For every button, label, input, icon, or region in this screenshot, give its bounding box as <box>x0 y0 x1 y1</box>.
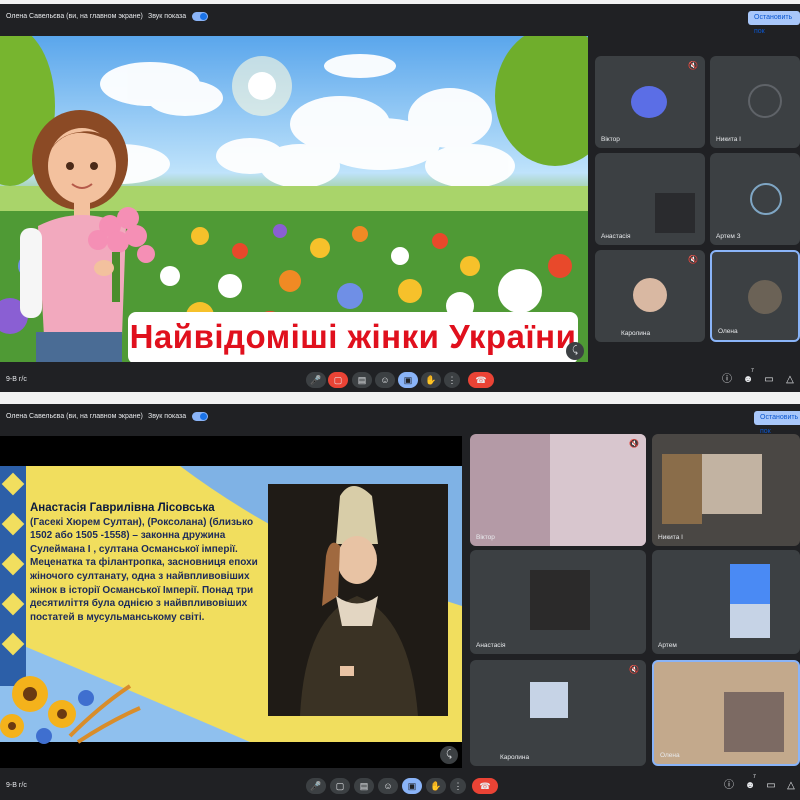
presentation-slide: Найвідоміші жінки України ⤹ <box>0 36 588 362</box>
mic-off-icon: 🔇 <box>688 61 698 70</box>
mic-off-icon: 🔇 <box>688 255 698 264</box>
presentation-slide: Анастасія Гаврилівна Лісовська (Гасекі Х… <box>0 436 462 768</box>
participant-name: Анастасія <box>476 642 506 649</box>
video-thumbnail <box>530 570 590 630</box>
share-icon[interactable]: ⤹ <box>440 746 458 764</box>
camera-icon[interactable]: ▢ <box>330 778 350 794</box>
microphone-icon[interactable]: 🎤 <box>306 372 326 388</box>
avatar <box>730 564 770 604</box>
mic-off-icon: 🔇 <box>629 665 639 674</box>
end-call-icon[interactable]: ☎ <box>468 372 494 388</box>
participant-tile-self[interactable]: Олена <box>710 250 800 342</box>
more-icon[interactable]: ⋮ <box>450 778 466 794</box>
info-icon[interactable]: ⓘ <box>720 372 734 388</box>
emoji-icon[interactable]: ☺ <box>375 372 395 388</box>
avatar <box>750 183 782 215</box>
info-icon[interactable]: ⓘ <box>722 778 736 794</box>
participant-tile[interactable]: Артем <box>652 550 800 654</box>
participant-name: Олена <box>718 328 738 335</box>
participant-name: Каролина <box>500 754 530 761</box>
activities-icon[interactable]: △ <box>783 372 797 388</box>
present-icon[interactable]: ▣ <box>398 372 418 388</box>
sound-toggle[interactable] <box>192 12 208 21</box>
participant-tile[interactable]: 🔇 Віктор <box>595 56 705 148</box>
participant-tile[interactable]: 🔇 Каролина <box>595 250 705 342</box>
emoji-icon[interactable]: ☺ <box>378 778 398 794</box>
participant-tile[interactable]: Артем З <box>710 153 800 245</box>
avatar <box>530 682 568 718</box>
more-icon[interactable]: ⋮ <box>444 372 460 388</box>
present-icon[interactable]: ▣ <box>402 778 422 794</box>
captions-icon[interactable]: ▤ <box>354 778 374 794</box>
control-bar: 9-В г/с 🎤 ▢ ▤ ☺ ▣ ✋ ⋮ ☎ ⓘ ☻ 7 ▭ △ <box>0 366 800 392</box>
sound-label: Звук показа <box>148 413 187 420</box>
sound-toggle[interactable] <box>192 412 208 421</box>
video-thumbnail <box>662 454 702 524</box>
people-count-badge: 7 <box>751 368 754 374</box>
avatar <box>748 280 782 314</box>
camera-off-icon[interactable]: ▢ <box>328 372 348 388</box>
participant-name: Артем З <box>716 233 741 240</box>
stop-presenting-button[interactable]: Остановить пок <box>754 411 800 435</box>
participant-tile[interactable]: 🔇 Каролина <box>470 660 646 766</box>
slide-title-banner: Найвідоміші жінки України <box>128 312 578 362</box>
control-bar: 9-В г/с 🎤 ▢ ▤ ☺ ▣ ✋ ⋮ ☎ ⓘ ☻ 7 ▭ △ <box>0 772 800 800</box>
participant-tile[interactable]: 🔇 Віктор <box>470 434 646 546</box>
end-call-icon[interactable]: ☎ <box>472 778 498 794</box>
participant-name: Никита I <box>658 534 683 541</box>
participant-name: Віктор <box>476 534 495 541</box>
participant-name: Віктор <box>601 136 620 143</box>
people-icon[interactable]: ☻ <box>741 372 755 388</box>
participant-name: Олена <box>660 752 680 759</box>
meeting-code: 9-В г/с <box>6 376 27 383</box>
participant-tile[interactable]: Никита I <box>652 434 800 546</box>
avatar <box>631 86 667 118</box>
microphone-icon[interactable]: 🎤 <box>306 778 326 794</box>
people-icon[interactable]: ☻ <box>743 778 757 794</box>
participant-name: Каролина <box>621 330 651 337</box>
mic-off-icon: 🔇 <box>629 439 639 448</box>
participant-name: Анастасія <box>601 233 631 240</box>
participant-tile[interactable]: Никита I <box>710 56 800 148</box>
sound-label: Звук показа <box>148 13 187 20</box>
video-thumbnail <box>655 193 695 233</box>
share-icon[interactable]: ⤹ <box>566 342 584 360</box>
meeting-code: 9-В г/с <box>6 782 27 789</box>
avatar <box>730 604 770 638</box>
chat-icon[interactable]: ▭ <box>762 372 776 388</box>
participant-tile-self[interactable]: Олена <box>652 660 800 766</box>
activities-icon[interactable]: △ <box>784 778 798 794</box>
video-thumbnail <box>702 454 762 514</box>
presenting-bar: Олена Савельєва (ви, на главном экране) … <box>0 404 800 435</box>
presenting-bar: Олена Савельєва (ви, на главном экране) … <box>0 4 800 35</box>
stop-presenting-button[interactable]: Остановить пок <box>748 11 800 35</box>
avatar <box>633 278 667 312</box>
meet-window-bottom: Олена Савельєва (ви, на главном экране) … <box>0 404 800 800</box>
presenter-label: Олена Савельєва (ви, на главном экране) <box>6 13 143 20</box>
presenter-label: Олена Савельєва (ви, на главном экране) <box>6 413 143 420</box>
raise-hand-icon[interactable]: ✋ <box>426 778 446 794</box>
participant-tile[interactable]: Анастасія <box>595 153 705 245</box>
slide-body: Анастасія Гаврилівна Лісовська (Гасекі Х… <box>30 502 262 624</box>
slide-heading: Анастасія Гаврилівна Лісовська <box>30 502 215 514</box>
participant-tile[interactable]: Анастасія <box>470 550 646 654</box>
participant-name: Артем <box>658 642 677 649</box>
meet-window-top: Олена Савельєва (ви, на главном экране) … <box>0 4 800 392</box>
slide-title: Найвідоміші жінки України <box>129 318 577 355</box>
slide-paragraph: (Гасекі Хюрем Султан), (Роксолана) (близ… <box>30 516 258 623</box>
video-thumbnail <box>550 434 646 546</box>
captions-icon[interactable]: ▤ <box>352 372 372 388</box>
participant-name: Никита I <box>716 136 741 143</box>
raise-hand-icon[interactable]: ✋ <box>421 372 441 388</box>
avatar <box>748 84 782 118</box>
chat-icon[interactable]: ▭ <box>764 778 778 794</box>
video-thumbnail <box>724 692 784 752</box>
people-count-badge: 7 <box>753 774 756 780</box>
